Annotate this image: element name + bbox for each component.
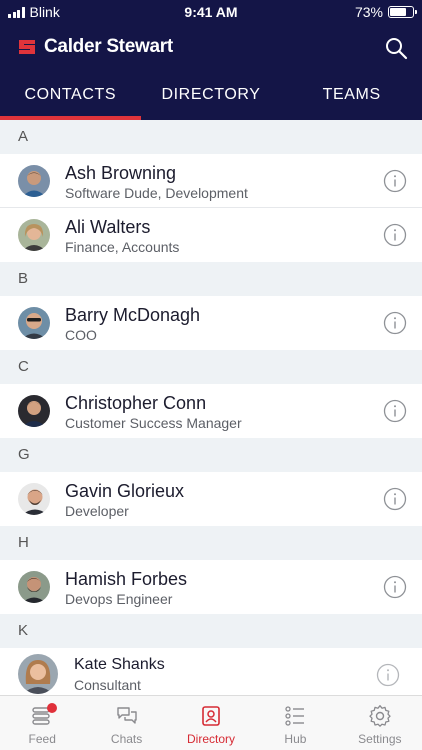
search-icon	[386, 38, 408, 60]
contact-role: Software Dude, Development	[65, 185, 248, 201]
avatar	[18, 307, 50, 339]
contact-row[interactable]: Gavin Glorieux Developer	[0, 472, 422, 526]
avatar	[18, 165, 50, 197]
contact-row[interactable]: Hamish Forbes Devops Engineer	[0, 560, 422, 614]
tabbar-chats[interactable]: Chats	[84, 696, 168, 750]
status-right: 73%	[354, 4, 417, 20]
contact-role: Customer Success Manager	[65, 415, 242, 431]
battery-percent: 73%	[354, 4, 383, 20]
contacts-list[interactable]: A Ash Browning Software Dude, Developmen…	[0, 120, 422, 695]
status-bar: Blink 9:41 AM 73%	[0, 0, 422, 24]
tabbar-settings[interactable]: Settings	[338, 696, 422, 750]
avatar	[18, 483, 50, 515]
section-header-k: K	[0, 614, 422, 648]
avatar	[18, 395, 50, 427]
info-icon[interactable]	[383, 487, 407, 511]
info-icon[interactable]	[383, 399, 407, 423]
battery-icon	[388, 6, 417, 18]
chat-bubbles-icon	[116, 707, 137, 724]
info-icon[interactable]	[383, 575, 407, 599]
tab-contacts[interactable]: CONTACTS	[0, 76, 141, 120]
contact-row[interactable]: Ash Browning Software Dude, Development	[0, 154, 422, 208]
contact-name: Ali Walters	[65, 217, 151, 237]
search-button[interactable]	[384, 36, 408, 60]
section-header-c: C	[0, 350, 422, 384]
tabbar-label: Chats	[110, 732, 143, 746]
gear-icon	[369, 705, 391, 727]
contact-name: Ash Browning	[65, 163, 177, 183]
calder-stewart-logo-icon	[19, 40, 35, 54]
avatar	[18, 571, 50, 603]
contact-role: COO	[65, 327, 97, 343]
tabbar-label: Hub	[284, 732, 307, 746]
info-icon[interactable]	[383, 223, 407, 247]
contact-role: Consultant	[74, 677, 141, 693]
contact-row[interactable]: Barry McDonagh COO	[0, 296, 422, 350]
tab-teams[interactable]: TEAMS	[281, 76, 422, 120]
section-header-b: B	[0, 262, 422, 296]
brand-name: Calder Stewart	[44, 36, 173, 57]
contact-row[interactable]: Christopher Conn Customer Success Manage…	[0, 384, 422, 438]
contact-role: Developer	[65, 503, 129, 519]
info-icon[interactable]	[383, 169, 407, 193]
contact-name: Hamish Forbes	[65, 569, 188, 589]
brand-logo: Calder Stewart	[16, 36, 173, 58]
section-header-a: A	[0, 120, 422, 154]
avatar	[18, 219, 50, 251]
top-tabs: CONTACTS DIRECTORY TEAMS	[0, 76, 422, 120]
section-header-h: H	[0, 526, 422, 560]
tabbar-label: Directory	[187, 732, 236, 746]
tabbar-hub[interactable]: Hub	[253, 696, 337, 750]
contact-row[interactable]: Ali Walters Finance, Accounts	[0, 208, 422, 262]
list-icon	[285, 706, 305, 726]
notification-badge	[47, 703, 57, 713]
contact-name: Kate Shanks	[74, 656, 165, 673]
contact-name: Gavin Glorieux	[65, 481, 185, 501]
avatar	[18, 654, 58, 694]
contact-name: Christopher Conn	[65, 393, 207, 413]
app-header: Blink 9:41 AM 73% Calder Stewart CONTACT…	[0, 0, 422, 120]
contact-role: Finance, Accounts	[65, 239, 180, 255]
battery-level	[390, 8, 407, 16]
tabbar-feed[interactable]: Feed	[0, 696, 84, 750]
contact-name: Barry McDonagh	[65, 305, 201, 325]
info-icon[interactable]	[383, 311, 407, 335]
tabbar-label: Feed	[28, 732, 56, 746]
tabbar-label: Settings	[358, 732, 402, 746]
contact-row[interactable]: Kate Shanks Consultant	[0, 648, 422, 695]
bottom-tab-bar: Feed Chats Directory Hub Settings	[0, 695, 422, 750]
tabbar-directory[interactable]: Directory	[169, 696, 253, 750]
info-icon[interactable]	[376, 663, 400, 687]
contact-book-icon	[202, 706, 220, 726]
contact-role: Devops Engineer	[65, 591, 173, 607]
tab-directory[interactable]: DIRECTORY	[141, 76, 282, 120]
section-header-g: G	[0, 438, 422, 472]
